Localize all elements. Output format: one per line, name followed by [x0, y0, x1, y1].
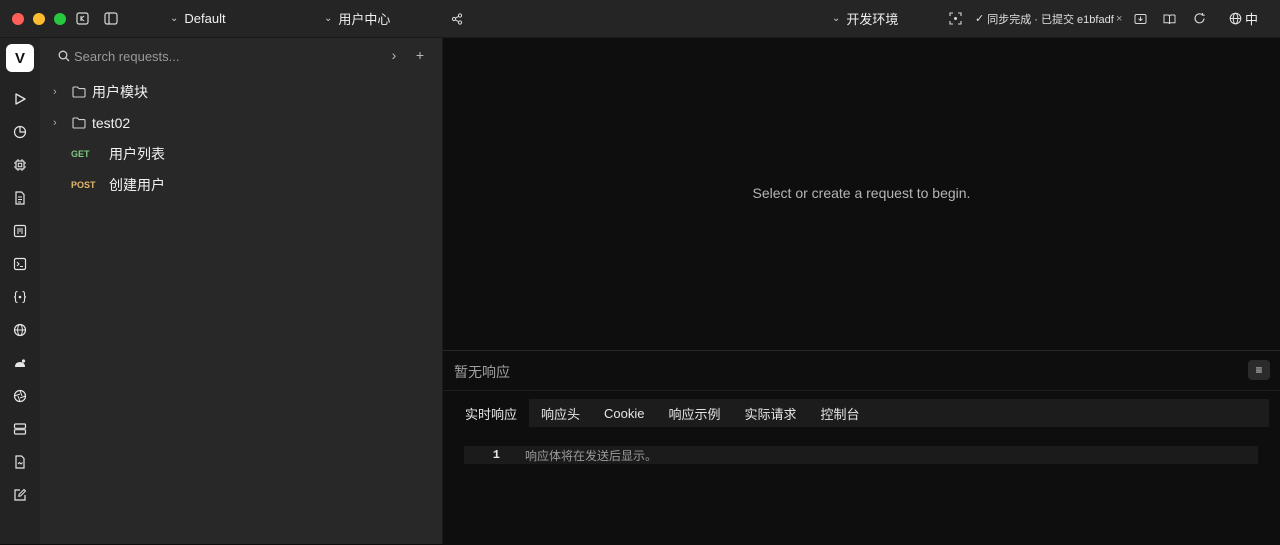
check-icon: ✓ — [975, 13, 985, 25]
folder-item[interactable]: › 用户模块 — [50, 78, 430, 106]
collapse-icon[interactable] — [76, 0, 89, 37]
language-selector[interactable]: 中 — [1229, 0, 1258, 37]
tab-cookie[interactable]: Cookie — [592, 399, 656, 427]
tab-response-headers[interactable]: 响应头 — [529, 399, 592, 427]
chevron-down-icon: ⌄ — [170, 13, 179, 24]
line-number: 1 — [492, 448, 500, 462]
book-icon[interactable] — [1163, 0, 1176, 37]
response-body-line: 1 响应体将在发送后显示。 — [464, 446, 1258, 464]
file-icon[interactable] — [10, 452, 30, 472]
maximize-window-button[interactable] — [54, 13, 66, 25]
chevron-down-icon: ⌄ — [832, 13, 841, 24]
document-icon[interactable] — [10, 188, 30, 208]
globe-icon — [1229, 12, 1242, 25]
toggle-sidebar-icon[interactable] — [104, 0, 118, 37]
braces-icon[interactable] — [10, 287, 30, 307]
minimize-window-button[interactable] — [33, 13, 45, 25]
project-label: 用户中心 — [338, 12, 391, 27]
play-icon[interactable] — [10, 89, 30, 109]
add-request-button[interactable]: + — [411, 46, 429, 64]
search-input[interactable] — [74, 48, 374, 64]
chip-icon[interactable] — [10, 155, 30, 175]
workspace-selector[interactable]: ⌄ Default — [170, 0, 226, 37]
chevron-right-icon: › — [53, 86, 57, 98]
tab-actual-request[interactable]: 实际请求 — [733, 399, 809, 427]
divider — [443, 390, 1280, 391]
share-icon[interactable] — [451, 0, 463, 37]
close-window-button[interactable] — [12, 13, 24, 25]
search-icon — [58, 50, 70, 62]
request-label: 用户列表 — [109, 146, 165, 162]
environment-label: 开发环境 — [846, 12, 899, 27]
folder-label: test02 — [92, 115, 131, 131]
workspace-label: Default — [184, 11, 226, 26]
chevron-right-icon[interactable]: › — [385, 46, 403, 64]
download-icon[interactable] — [1134, 0, 1147, 37]
menu-icon[interactable]: ≡ — [1248, 360, 1270, 380]
response-panel: 暂无响应 ≡ 实时响应 响应头 Cookie 响应示例 实际请求 控制台 1 响… — [443, 350, 1280, 545]
activity-bar: V — [0, 38, 40, 544]
chevron-right-icon: › — [53, 117, 57, 129]
chevron-down-icon: ⌄ — [324, 13, 333, 24]
empty-state-message: Select or create a request to begin. — [752, 185, 971, 201]
app-logo[interactable]: V — [6, 44, 34, 72]
search-bar — [58, 46, 398, 66]
folder-item[interactable]: › test02 — [50, 109, 430, 137]
sync-status: ✓ 同步完成 · 已提交 e1bfadf — [975, 0, 1114, 37]
terminal-icon[interactable] — [10, 254, 30, 274]
request-label: 创建用户 — [109, 177, 165, 193]
scan-icon[interactable] — [949, 0, 962, 37]
dismiss-sync-icon[interactable]: × — [1116, 0, 1122, 37]
language-label: 中 — [1245, 12, 1259, 27]
response-body-placeholder: 响应体将在发送后显示。 — [525, 448, 658, 463]
edit-icon[interactable] — [10, 485, 30, 505]
request-item[interactable]: POST 创建用户 — [50, 171, 430, 199]
history-icon[interactable] — [10, 122, 30, 142]
title-bar: ⌄ Default ⌄ 用户中心 ⌄ 开发环境 ✓ 同步完成 · 已提交 e1b… — [0, 0, 1280, 38]
aperture-icon[interactable] — [10, 386, 30, 406]
method-badge: POST — [71, 180, 96, 190]
tab-response-examples[interactable]: 响应示例 — [657, 399, 733, 427]
mouse-icon[interactable] — [10, 353, 30, 373]
method-badge: GET — [71, 149, 90, 159]
request-item[interactable]: GET 用户列表 — [50, 140, 430, 168]
app-window: ⌄ Default ⌄ 用户中心 ⌄ 开发环境 ✓ 同步完成 · 已提交 e1b… — [0, 0, 1280, 545]
response-tabs: 实时响应 响应头 Cookie 响应示例 实际请求 控制台 — [453, 399, 1269, 427]
request-editor-area: Select or create a request to begin. — [443, 38, 1280, 350]
response-title: 暂无响应 — [454, 364, 510, 380]
server-icon[interactable] — [10, 419, 30, 439]
sidebar: › + › 用户模块 › test02 GET 用户列表 POST 创建用户 — [40, 38, 443, 544]
sync-status-label: 同步完成 · 已提交 e1bfadf — [987, 13, 1114, 26]
environment-selector[interactable]: ⌄ 开发环境 — [832, 0, 898, 37]
tab-console[interactable]: 控制台 — [809, 399, 872, 427]
board-icon[interactable] — [10, 221, 30, 241]
globe-icon[interactable] — [10, 320, 30, 340]
refresh-icon[interactable] — [1193, 0, 1206, 37]
folder-icon — [72, 86, 86, 98]
tab-live-response[interactable]: 实时响应 — [453, 399, 530, 427]
folder-label: 用户模块 — [92, 84, 148, 100]
folder-icon — [72, 117, 86, 129]
project-selector[interactable]: ⌄ 用户中心 — [324, 0, 390, 37]
